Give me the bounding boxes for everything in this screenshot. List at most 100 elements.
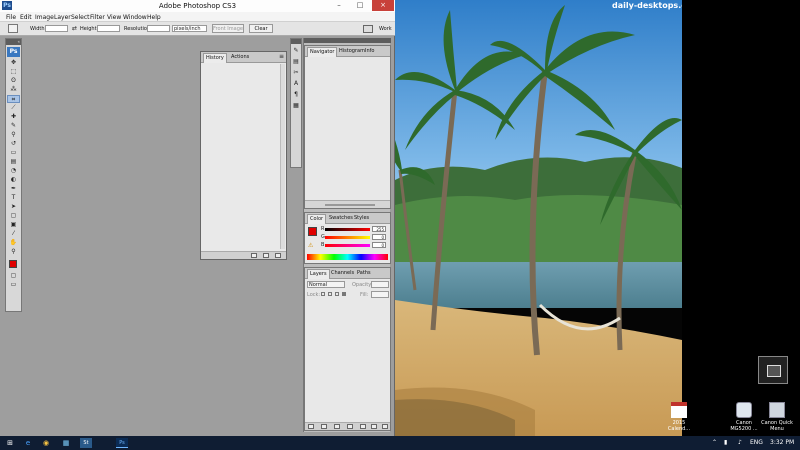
delete-layer-icon[interactable] [382,424,388,429]
blue-slider[interactable] [325,244,370,247]
adjustment-layer-icon[interactable] [347,424,353,429]
screen-thumbnail-widget[interactable] [758,356,788,384]
zoom-slider[interactable] [325,204,375,206]
path-selection-tool-icon[interactable]: ➤ [7,203,20,211]
panel-menu-icon[interactable]: ≡ [279,53,284,60]
clear-button[interactable]: Clear [249,24,273,33]
green-slider[interactable] [325,236,370,239]
zoom-tool-icon[interactable]: ⚲ [7,248,20,256]
store-icon[interactable]: ▦ [60,438,72,448]
menu-image[interactable]: Image [35,14,54,21]
swap-dimensions-icon[interactable]: ⇄ [72,25,77,32]
link-layers-icon[interactable] [308,424,314,429]
brush-tool-icon[interactable]: ✎ [7,122,20,130]
hand-tool-icon[interactable]: ✋ [7,239,20,247]
green-value-input[interactable]: 0 [372,234,386,240]
tool-presets-icon[interactable]: ▤ [291,57,301,66]
paragraph-panel-icon[interactable]: ¶ [291,90,301,99]
menu-window[interactable]: Window [123,14,147,21]
character-panel-icon[interactable]: A [291,79,301,88]
move-tool-icon[interactable]: ✥ [7,59,20,67]
color-spectrum-ramp[interactable] [307,254,388,260]
new-snapshot-icon[interactable] [263,253,269,258]
delete-icon[interactable] [275,253,281,258]
healing-brush-tool-icon[interactable]: ✚ [7,113,20,121]
workspace-icon[interactable] [363,25,373,33]
file-explorer-icon[interactable]: ◉ [40,438,52,448]
menu-view[interactable]: View [107,14,121,21]
tab-swatches[interactable]: Swatches [327,214,355,224]
eyedropper-tool-icon[interactable]: ⁄ [7,230,20,238]
pen-tool-icon[interactable]: ✒ [7,185,20,193]
layer-mask-icon[interactable] [334,424,340,429]
brushes-panel-icon[interactable]: ✎ [291,46,301,55]
crop-tool-preset-icon[interactable] [8,24,18,33]
app-st-icon[interactable]: St [80,438,92,448]
clone-stamp-tool-icon[interactable]: ⚲ [7,131,20,139]
opacity-input[interactable] [371,281,389,288]
lock-position-icon[interactable] [335,292,339,296]
tab-channels[interactable]: Channels [329,269,356,279]
desktop-icon-canon-quick-menu[interactable]: Canon Quick Menu [755,402,799,432]
tab-info[interactable]: Info [363,47,376,57]
menu-file[interactable]: File [6,14,16,21]
tab-paths[interactable]: Paths [355,269,373,279]
layer-style-icon[interactable] [321,424,327,429]
desktop-icon-calendar[interactable]: 2015 Calend... [657,402,701,432]
type-tool-icon[interactable]: T [7,194,20,202]
new-document-icon[interactable] [251,253,257,258]
menu-layer[interactable]: Layer [54,14,71,21]
network-icon[interactable]: ▮ [724,439,727,446]
menu-filter[interactable]: Filter [90,14,105,21]
fill-input[interactable] [371,291,389,298]
color-foreground-swatch[interactable] [308,227,317,236]
tab-actions[interactable]: Actions [229,53,251,63]
eraser-tool-icon[interactable]: ▭ [7,149,20,157]
slice-tool-icon[interactable]: ⟋ [7,104,20,112]
notes-tool-icon[interactable]: ▣ [7,221,20,229]
marquee-tool-icon[interactable]: ⬚ [7,68,20,76]
clock[interactable]: 3:32 PM [770,439,794,446]
tab-navigator[interactable]: Navigator [307,47,338,57]
resolution-input[interactable] [147,25,170,32]
lock-all-icon[interactable] [342,292,346,296]
tab-styles[interactable]: Styles [352,214,371,224]
tools-panel-grip[interactable]: « [6,39,21,45]
clone-source-icon[interactable]: ✂ [291,68,301,77]
blur-tool-icon[interactable]: ◔ [7,167,20,175]
strip-grip[interactable] [291,39,301,44]
menu-edit[interactable]: Edit [20,14,32,21]
lock-transparency-icon[interactable] [321,292,325,296]
blue-value-input[interactable]: 0 [372,242,386,248]
new-group-icon[interactable] [360,424,366,429]
history-scrollbar[interactable] [280,64,285,249]
tab-color[interactable]: Color [307,214,327,224]
gamut-warning-icon[interactable]: ⚠ [308,242,313,249]
workspace-label[interactable]: Work [379,26,392,32]
dock-grip[interactable] [304,38,391,43]
dodge-tool-icon[interactable]: ◐ [7,176,20,184]
internet-explorer-icon[interactable]: e [22,438,34,448]
quick-mask-icon[interactable]: ▢ [7,272,20,280]
close-button[interactable]: × [372,0,394,11]
lasso-tool-icon[interactable]: ʘ [7,77,20,85]
start-button-icon[interactable]: ⊞ [4,438,16,448]
language-indicator[interactable]: ENG [750,439,763,446]
width-input[interactable] [45,25,68,32]
history-brush-tool-icon[interactable]: ↺ [7,140,20,148]
resolution-units-select[interactable]: pixels/inch [172,25,207,32]
height-input[interactable] [97,25,120,32]
new-layer-icon[interactable] [371,424,377,429]
crop-tool-icon[interactable]: ⌗ [7,95,20,103]
photoshop-taskbar-icon[interactable]: Ps [116,438,128,448]
screen-mode-icon[interactable]: ▭ [7,281,20,289]
foreground-color-swatch[interactable] [9,260,17,268]
minimize-button[interactable]: – [329,0,349,11]
tab-layers[interactable]: Layers [307,269,330,279]
red-value-input[interactable]: 255 [372,226,386,232]
shape-tool-icon[interactable]: ▢ [7,212,20,220]
volume-icon[interactable]: ♪ [738,439,742,446]
magic-wand-tool-icon[interactable]: ⁂ [7,86,20,94]
maximize-button[interactable]: □ [350,0,370,11]
front-image-button[interactable]: Front Image [212,24,244,33]
